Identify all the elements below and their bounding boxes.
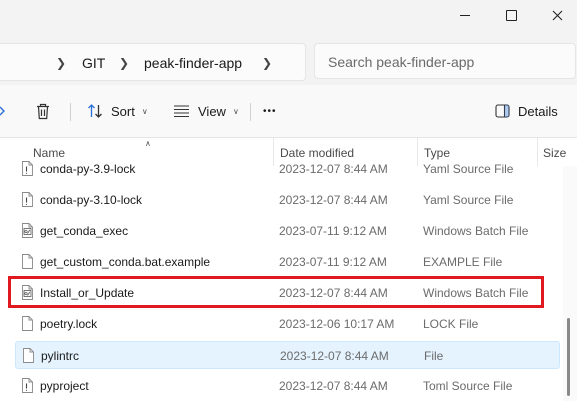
command-bar: Sort ∨ View ∨ ••• Details xyxy=(0,85,577,138)
share-icon xyxy=(0,106,5,116)
chevron-right-icon[interactable]: ❯ xyxy=(56,56,66,70)
close-icon xyxy=(552,10,562,20)
search-box[interactable] xyxy=(314,43,576,79)
more-options-icon: ••• xyxy=(263,105,277,117)
more-options-button[interactable]: ••• xyxy=(263,98,277,124)
column-header-date-modified[interactable]: Date modified xyxy=(280,146,354,160)
file-name: pyproject xyxy=(40,379,89,393)
batch-file-icon xyxy=(21,223,34,242)
trash-icon xyxy=(37,103,49,119)
toml-file-icon xyxy=(21,378,34,397)
file-name: conda-py-3.10-lock xyxy=(40,193,143,207)
file-row[interactable]: pylintrc 2023-12-07 8:44 AM File xyxy=(15,341,560,369)
file-type: LOCK File xyxy=(423,317,479,331)
chevron-right-icon[interactable]: ❯ xyxy=(262,56,272,70)
minimize-icon xyxy=(460,14,470,16)
column-header-size[interactable]: Size xyxy=(543,146,566,160)
file-name: pylintrc xyxy=(41,349,80,363)
generic-file-icon xyxy=(22,348,35,367)
file-name: get_custom_conda.bat.example xyxy=(40,255,211,269)
title-bar xyxy=(0,0,577,40)
toolbar-divider xyxy=(250,103,251,121)
close-button[interactable] xyxy=(534,0,577,30)
chevron-down-icon: ∨ xyxy=(141,106,148,116)
breadcrumb-item-git[interactable]: GIT xyxy=(82,55,105,71)
sort-icon xyxy=(88,104,102,118)
share-button[interactable] xyxy=(0,98,6,124)
maximize-icon xyxy=(505,9,517,21)
breadcrumb[interactable]: ❯ GIT ❯ peak-finder-app ❯ xyxy=(0,43,306,81)
file-date-modified: 2023-12-07 8:44 AM xyxy=(279,193,388,207)
file-row[interactable]: conda-py-3.10-lock 2023-12-07 8:44 AM Yaml… xyxy=(15,186,560,214)
column-header-type[interactable]: Type xyxy=(424,146,450,160)
sort-direction-icon: ∧ xyxy=(145,139,151,148)
toolbar-divider xyxy=(70,103,71,121)
file-type: Windows Batch File xyxy=(423,224,529,238)
file-type: Yaml Source File xyxy=(423,193,514,207)
view-label: View xyxy=(198,103,226,119)
column-header-name[interactable]: Name xyxy=(33,146,65,160)
file-type: EXAMPLE File xyxy=(423,255,503,269)
sort-label: Sort xyxy=(111,103,135,119)
generic-file-icon xyxy=(21,254,34,273)
generic-file-icon xyxy=(21,316,34,335)
file-type: File xyxy=(424,349,444,363)
delete-button[interactable] xyxy=(35,98,51,124)
view-button[interactable]: View ∨ xyxy=(173,98,239,124)
file-name: Install_or_Update xyxy=(40,286,135,300)
minimize-button[interactable] xyxy=(442,0,488,30)
details-pane-icon xyxy=(495,104,510,118)
file-row[interactable]: conda-py-3.9-lock 2023-12-07 8:44 AM Yaml … xyxy=(15,160,560,183)
file-date-modified: 2023-07-11 9:12 AM xyxy=(279,224,387,238)
details-button[interactable]: Details xyxy=(495,98,558,124)
view-icon xyxy=(174,105,189,118)
yaml-file-icon xyxy=(21,161,34,180)
file-type: Windows Batch File xyxy=(423,286,529,300)
file-date-modified: 2023-12-07 8:44 AM xyxy=(279,286,388,300)
yaml-file-icon xyxy=(21,192,34,211)
file-date-modified: 2023-07-11 9:12 AM xyxy=(279,255,387,269)
file-name: get_conda_exec xyxy=(40,224,129,238)
batch-file-icon xyxy=(21,285,34,304)
file-name: conda-py-3.9-lock xyxy=(40,162,136,176)
address-row: ❯ GIT ❯ peak-finder-app ❯ xyxy=(0,40,577,85)
maximize-button[interactable] xyxy=(488,0,534,30)
file-type: Toml Source File xyxy=(423,379,513,393)
file-row[interactable]: Install_or_Update 2023-12-07 8:44 AM Windo… xyxy=(15,279,560,307)
chevron-right-icon[interactable]: ❯ xyxy=(119,56,129,70)
file-date-modified: 2023-12-06 10:17 AM xyxy=(279,317,395,331)
file-row[interactable]: get_conda_exec 2023-07-11 9:12 AM Windows … xyxy=(15,217,560,245)
file-name: poetry.lock xyxy=(40,317,98,331)
file-date-modified: 2023-12-07 8:44 AM xyxy=(279,379,388,393)
file-row[interactable]: poetry.lock 2023-12-06 10:17 AM LOCK File xyxy=(15,310,560,338)
vertical-scrollbar[interactable] xyxy=(563,166,577,401)
file-row[interactable]: pyproject 2023-12-07 8:44 AM Toml Source F… xyxy=(15,372,560,400)
scrollbar-thumb[interactable] xyxy=(567,318,570,396)
chevron-down-icon: ∨ xyxy=(232,106,239,116)
file-row[interactable]: get_custom_conda.bat.example 2023-07-11 9… xyxy=(15,248,560,276)
file-date-modified: 2023-12-07 8:44 AM xyxy=(280,349,389,363)
file-type: Yaml Source File xyxy=(423,162,514,176)
sort-button[interactable]: Sort ∨ xyxy=(87,98,148,124)
file-list: conda-py-3.9-lock 2023-12-07 8:44 AM Yaml … xyxy=(0,160,563,401)
details-label: Details xyxy=(518,103,558,119)
file-date-modified: 2023-12-07 8:44 AM xyxy=(279,162,388,176)
breadcrumb-item-current-folder[interactable]: peak-finder-app xyxy=(144,55,242,71)
search-input[interactable] xyxy=(328,52,568,72)
